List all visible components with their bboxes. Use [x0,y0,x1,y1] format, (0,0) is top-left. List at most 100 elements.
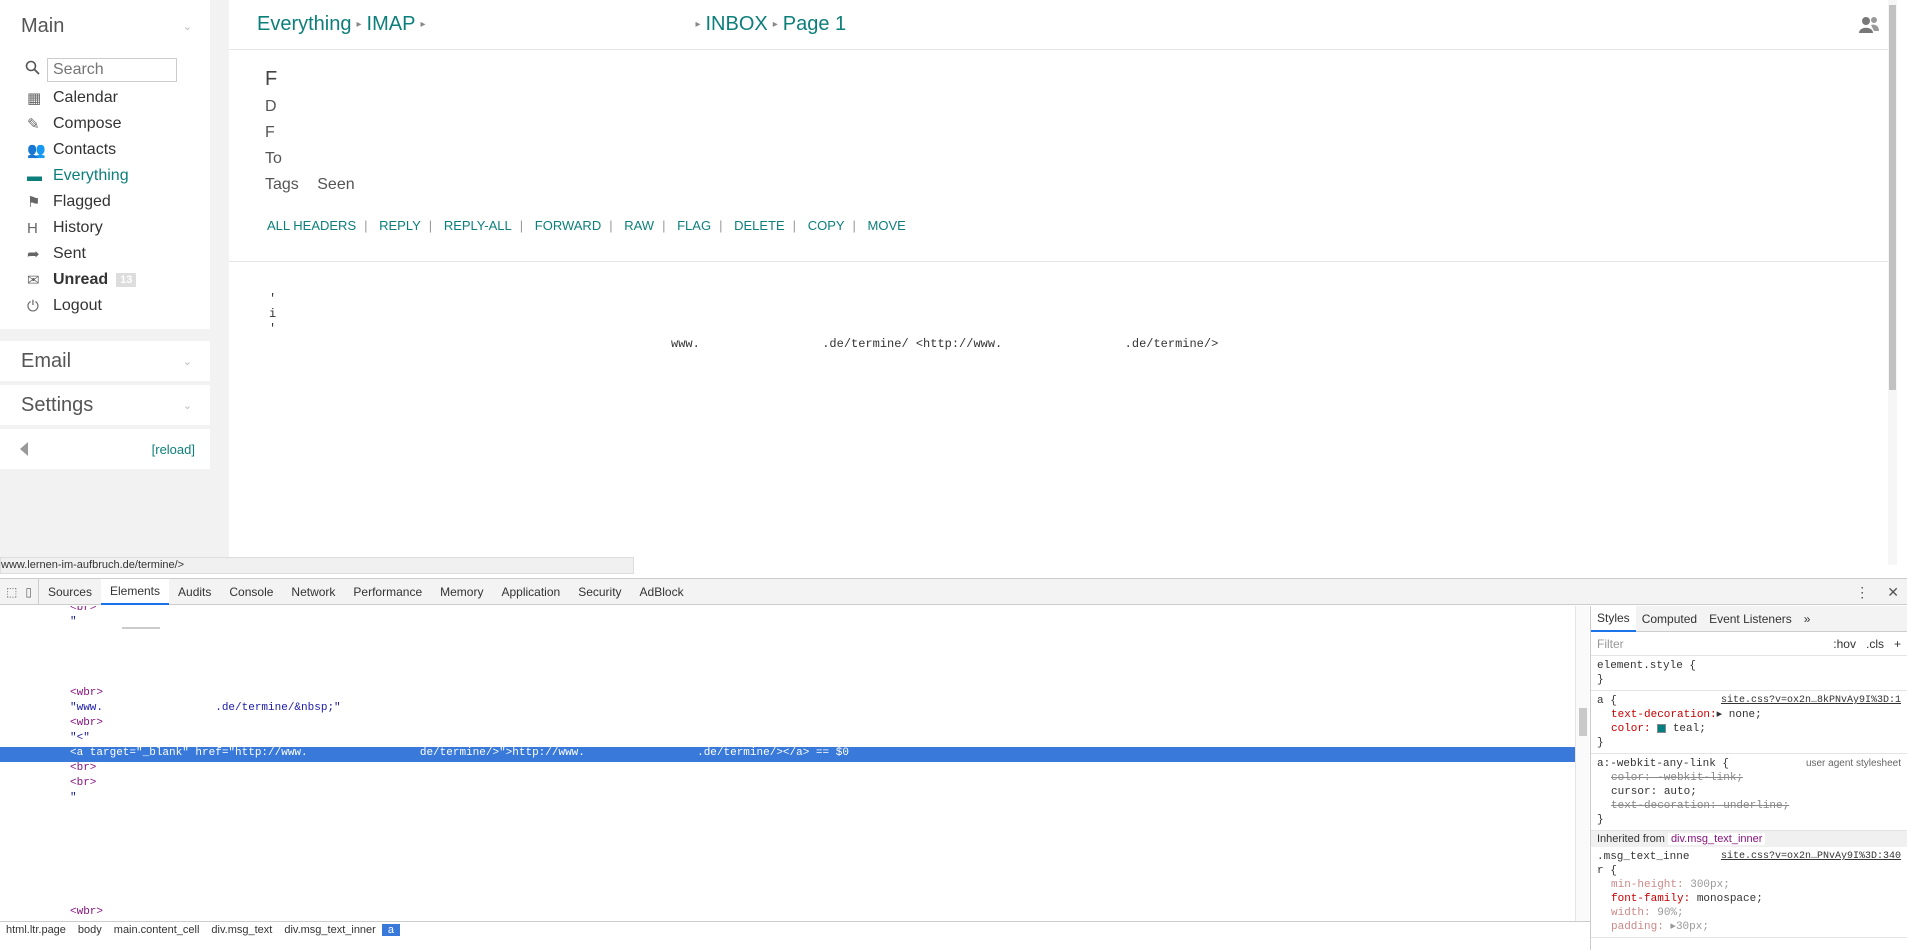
status-url: www.lernen-im-aufbruch.de/termine/> [0,557,634,574]
search-row [0,55,210,85]
users-icon[interactable] [1859,16,1879,36]
delete-button[interactable]: DELETE [726,218,793,233]
devtools-tabbar: ⬚ ▯ Sources Elements Audits Console Netw… [0,578,1907,605]
breadcrumb-page[interactable]: Page 1 [783,13,846,36]
sidebar-item-logout[interactable]: ⏻ Logout [0,293,210,319]
tab-performance[interactable]: Performance [344,579,431,605]
collapse-sidebar-icon[interactable] [20,442,28,456]
dom-node[interactable]: " [70,616,77,631]
rule-source-link[interactable]: site.css?v=ox2n…8kPNvAy9I%3D:1 [1721,694,1901,708]
flag-icon: ⚑ [27,194,41,211]
elements-scrollbar[interactable] [1575,606,1589,921]
reply-button[interactable]: REPLY [371,218,429,233]
crumb-html[interactable]: html.ltr.page [0,924,72,936]
rule-source-link[interactable]: site.css?v=ox2n…PNvAy9I%3D:340 [1721,850,1901,864]
settings-section-header[interactable]: Settings ⌄ [0,385,210,425]
breadcrumb-separator-icon: ▸ [772,19,778,30]
hov-toggle[interactable]: :hov [1833,637,1856,651]
unread-count-badge: 13 [116,273,137,287]
sidebar-item-label: Unread [53,271,109,288]
more-options-icon[interactable]: ⋮ [1855,584,1869,601]
inherited-element-link[interactable]: div.msg_text_inner [1667,833,1766,845]
breadcrumb-separator-icon: ▸ [695,19,701,30]
inspect-element-icon[interactable]: ⬚ [6,585,17,599]
sent-icon: ➦ [27,246,40,263]
main-scrollbar[interactable] [1888,0,1897,565]
forward-button[interactable]: FORWARD [527,218,609,233]
crumb-a[interactable]: a [381,923,400,936]
dom-node[interactable]: <wbr> [70,687,103,702]
raw-button[interactable]: RAW [616,218,662,233]
all-headers-button[interactable]: ALL HEADERS [267,218,364,233]
tab-memory[interactable]: Memory [431,579,492,605]
reload-link[interactable]: [reload] [152,442,195,457]
tab-sources[interactable]: Sources [39,579,101,605]
flag-button[interactable]: FLAG [669,218,719,233]
sidebar-item-sent[interactable]: ➦ Sent [0,241,210,267]
tab-network[interactable]: Network [282,579,344,605]
sidebar-item-history[interactable]: H History [0,215,210,241]
reply-all-button[interactable]: REPLY-ALL [436,218,520,233]
tab-computed[interactable]: Computed [1636,606,1703,632]
main-section-header[interactable]: Main ⌄ [0,0,210,52]
tab-application[interactable]: Application [492,579,569,605]
color-swatch[interactable] [1657,723,1667,733]
sidebar-item-label: History [53,219,103,236]
tab-security[interactable]: Security [569,579,630,605]
contacts-icon: 👥 [27,142,46,159]
search-icon [25,60,43,80]
more-tabs-icon[interactable]: » [1798,606,1817,632]
tab-adblock[interactable]: AdBlock [631,579,693,605]
sidebar-item-contacts[interactable]: 👥 Contacts [0,137,210,163]
tab-audits[interactable]: Audits [169,579,220,605]
device-toolbar-icon[interactable]: ▯ [25,585,32,599]
sidebar-item-flagged[interactable]: ⚑ Flagged [0,189,210,215]
crumb-msg-text[interactable]: div.msg_text [205,924,278,936]
dom-node[interactable]: <wbr> [70,717,103,732]
crumb-body[interactable]: body [72,924,108,936]
breadcrumb-inbox[interactable]: INBOX [706,13,768,36]
sidebar-item-calendar[interactable]: ▦ Calendar [0,85,210,111]
history-icon: H [27,219,38,237]
add-rule-icon[interactable]: + [1894,637,1901,651]
tag-seen: Seen [317,176,355,193]
body-fragment: i [269,307,277,321]
body-link-line[interactable]: www. .de/termine/ <http://www. .de/termi… [269,337,1897,352]
tab-styles[interactable]: Styles [1591,605,1636,632]
filter-input[interactable]: Filter [1597,637,1624,651]
message-body: ' i ' www. .de/termine/ <http://www. .de… [229,262,1897,352]
selected-dom-node[interactable]: <a target="_blank" href="http://www. de/… [0,747,1575,762]
dom-node[interactable]: " [70,792,77,807]
dom-node[interactable]: "<" [70,732,90,747]
tab-elements[interactable]: Elements [100,578,170,605]
dom-node[interactable]: <br> [70,777,96,792]
breadcrumb-imap[interactable]: IMAP [367,13,416,36]
breadcrumb-everything[interactable]: Everything [257,13,352,36]
tab-event-listeners[interactable]: Event Listeners [1703,606,1798,632]
sidebar-item-unread[interactable]: ✉ Unread 13 [0,267,210,293]
crumb-main[interactable]: main.content_cell [108,924,206,936]
scrollbar-thumb[interactable] [1889,5,1896,390]
move-button[interactable]: MOVE [860,218,914,233]
sidebar-item-everything[interactable]: ▬ Everything [0,163,210,189]
tab-console[interactable]: Console [220,579,282,605]
dom-node[interactable]: <br> [70,762,96,777]
scrollbar-thumb[interactable] [1579,708,1587,736]
search-input[interactable] [47,58,177,82]
crumb-msg-text-inner[interactable]: div.msg_text_inner [278,924,382,936]
email-section-header[interactable]: Email ⌄ [0,341,210,381]
chevron-down-icon: ⌄ [182,399,192,412]
styles-filter[interactable]: Filter :hov .cls + [1591,632,1907,656]
chevron-down-icon: ⌄ [182,355,192,368]
email-section-title: Email [21,349,72,372]
copy-button[interactable]: COPY [800,218,853,233]
dom-node[interactable]: "www. .de/termine/&nbsp;" [70,702,341,717]
sidebar-item-compose[interactable]: ✎ Compose [0,111,210,137]
close-icon[interactable]: ✕ [1887,584,1899,601]
dom-breadcrumb: html.ltr.page body main.content_cell div… [0,921,1590,937]
dom-node[interactable]: <wbr> [70,906,103,921]
sidebar-item-label: Calendar [53,89,118,106]
cls-toggle[interactable]: .cls [1866,637,1884,651]
power-icon: ⏻ [27,297,39,315]
body-fragment: ' [269,322,277,336]
